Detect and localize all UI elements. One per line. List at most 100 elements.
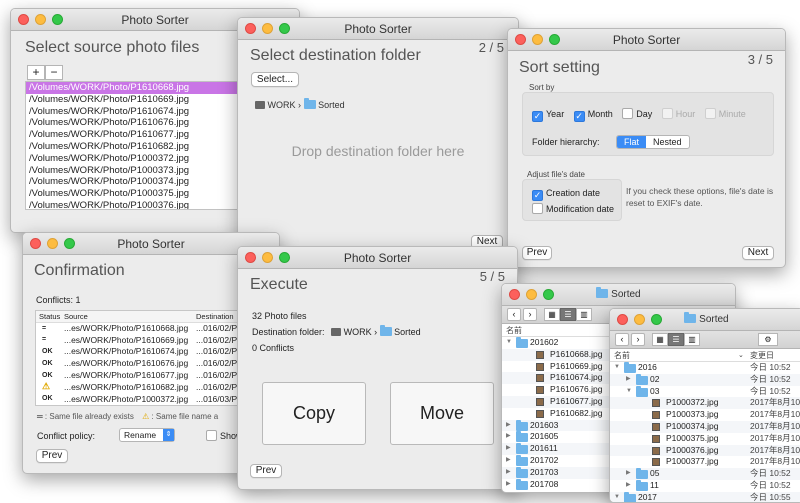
close-button[interactable] (245, 252, 256, 263)
minimize-button[interactable] (35, 14, 46, 25)
minimize-button[interactable] (526, 289, 537, 300)
minimize-button[interactable] (262, 23, 273, 34)
zoom-button[interactable] (64, 238, 75, 249)
file-row[interactable]: P1000374.jpg 2017年8月10 (610, 420, 800, 433)
creation-checkbox[interactable]: ✓ Creation date (532, 188, 600, 201)
forward-icon[interactable]: › (631, 333, 645, 346)
view-icons-icon[interactable]: ▦ (652, 333, 668, 346)
col-status[interactable]: Status (36, 311, 64, 322)
view-columns-icon[interactable]: ▥ (576, 308, 592, 321)
close-button[interactable] (617, 314, 628, 325)
disclosure-closed-icon[interactable]: ▶ (506, 443, 511, 455)
file-list-item[interactable]: /Volumes/WORK/Photo/P1610674.jpg (26, 106, 254, 118)
zoom-button[interactable] (52, 14, 63, 25)
minimize-button[interactable] (532, 34, 543, 45)
disclosure-closed-icon[interactable]: ▶ (506, 420, 511, 432)
zoom-button[interactable] (651, 314, 662, 325)
folder-row[interactable]: ▼ 2017 今日 10:55 (610, 491, 800, 502)
folder-icon (684, 312, 697, 323)
folder-row[interactable]: ▶ 11 今日 10:52 (610, 479, 800, 492)
sort-titlebar[interactable]: Photo Sorter (508, 29, 785, 51)
file-row[interactable]: P1000375.jpg 2017年8月10 (610, 433, 800, 445)
file-row[interactable]: P1000372.jpg 2017年8月10 (610, 397, 800, 410)
view-list-icon[interactable]: ☰ (668, 333, 684, 346)
select-button[interactable]: Select... (251, 72, 299, 87)
folder-row[interactable]: ▼ 2016 今日 10:52 (610, 362, 800, 374)
file-row[interactable]: P1000377.jpg 2017年8月10 (610, 456, 800, 468)
zoom-button[interactable] (279, 23, 290, 34)
file-list-item[interactable]: /Volumes/WORK/Photo/P1610668.jpg (26, 82, 254, 94)
disclosure-closed-icon[interactable]: ▶ (626, 468, 631, 480)
folder-row[interactable]: ▶ 02 今日 10:52 (610, 373, 800, 386)
drop-zone[interactable]: Drop destination folder here (238, 143, 518, 159)
source-file-list[interactable]: /Volumes/WORK/Photo/P1610668.jpg/Volumes… (25, 81, 255, 210)
folder-row[interactable]: ▼ 03 今日 10:52 (610, 385, 800, 398)
prev-button[interactable]: Prev (250, 464, 282, 478)
back-icon[interactable]: ‹ (507, 308, 521, 321)
disclosure-closed-icon[interactable]: ▶ (506, 479, 511, 491)
col-name-header[interactable]: 名前 (614, 349, 630, 362)
file-list-item[interactable]: /Volumes/WORK/Photo/P1610676.jpg (26, 117, 254, 129)
view-icons-icon[interactable]: ▦ (544, 308, 560, 321)
day-checkbox[interactable]: Day (622, 108, 652, 119)
file-list-item[interactable]: /Volumes/WORK/Photo/P1000376.jpg (26, 200, 254, 209)
file-list-item[interactable]: /Volumes/WORK/Photo/P1000372.jpg (26, 153, 254, 165)
file-list-item[interactable]: /Volumes/WORK/Photo/P1610682.jpg (26, 141, 254, 153)
move-button[interactable]: Move (390, 382, 494, 445)
nested-segment[interactable]: Nested (646, 136, 689, 148)
file-row[interactable]: P1000376.jpg 2017年8月10 (610, 444, 800, 457)
back-icon[interactable]: ‹ (615, 333, 629, 346)
disclosure-closed-icon[interactable]: ▶ (506, 455, 511, 467)
disclosure-open-icon[interactable]: ▼ (506, 337, 512, 349)
disclosure-open-icon[interactable]: ▼ (614, 492, 620, 502)
window-controls (245, 252, 290, 263)
forward-icon[interactable]: › (523, 308, 537, 321)
execute-destination: Destination folder: WORK › Sorted (252, 325, 421, 337)
file-list-item[interactable]: /Volumes/WORK/Photo/P1610669.jpg (26, 94, 254, 106)
zoom-button[interactable] (549, 34, 560, 45)
view-columns-icon[interactable]: ▥ (684, 333, 700, 346)
remove-button[interactable]: − (45, 65, 63, 80)
col-date-header[interactable]: 変更日 (750, 349, 774, 362)
file-list-item[interactable]: /Volumes/WORK/Photo/P1000375.jpg (26, 188, 254, 200)
view-list-icon[interactable]: ☰ (560, 308, 576, 321)
close-button[interactable] (245, 23, 256, 34)
month-checkbox[interactable]: ✓ Month (573, 109, 613, 122)
minimize-button[interactable] (634, 314, 645, 325)
disclosure-open-icon[interactable]: ▼ (614, 362, 620, 374)
disclosure-closed-icon[interactable]: ▶ (506, 467, 511, 479)
flat-segment[interactable]: Flat (617, 136, 647, 148)
minimize-button[interactable] (47, 238, 58, 249)
prev-button[interactable]: Prev (36, 449, 68, 463)
finder-titlebar[interactable]: Sorted (502, 284, 735, 306)
disclosure-open-icon[interactable]: ▼ (626, 386, 632, 398)
minimize-button[interactable] (262, 252, 273, 263)
close-button[interactable] (18, 14, 29, 25)
modification-checkbox[interactable]: Modification date (532, 203, 614, 214)
add-button[interactable]: + (27, 65, 45, 80)
file-row[interactable]: P1000373.jpg 2017年8月10 (610, 409, 800, 421)
disclosure-closed-icon[interactable]: ▶ (506, 431, 511, 443)
execute-titlebar[interactable]: Photo Sorter (238, 247, 517, 269)
year-checkbox[interactable]: ✓ Year (532, 109, 564, 122)
close-button[interactable] (509, 289, 520, 300)
page-title: Confirmation (34, 262, 125, 279)
zoom-button[interactable] (543, 289, 554, 300)
copy-button[interactable]: Copy (262, 382, 366, 445)
gear-icon[interactable]: ⚙ (758, 333, 778, 346)
prev-button[interactable]: Prev (522, 246, 552, 260)
file-list-item[interactable]: /Volumes/WORK/Photo/P1000373.jpg (26, 165, 254, 177)
close-button[interactable] (30, 238, 41, 249)
next-button[interactable]: Next (742, 246, 774, 260)
folder-row[interactable]: ▶ 05 今日 10:52 (610, 468, 800, 480)
close-button[interactable] (515, 34, 526, 45)
file-list-item[interactable]: /Volumes/WORK/Photo/P1610677.jpg (26, 129, 254, 141)
finder-titlebar[interactable]: Sorted (610, 309, 800, 331)
disclosure-closed-icon[interactable]: ▶ (626, 480, 631, 492)
col-source[interactable]: Source (64, 311, 196, 322)
dest-titlebar[interactable]: Photo Sorter (238, 18, 518, 40)
policy-select[interactable]: Rename ⇕ (119, 428, 175, 442)
disclosure-closed-icon[interactable]: ▶ (626, 374, 631, 386)
zoom-button[interactable] (279, 252, 290, 263)
file-list-item[interactable]: /Volumes/WORK/Photo/P1000374.jpg (26, 176, 254, 188)
